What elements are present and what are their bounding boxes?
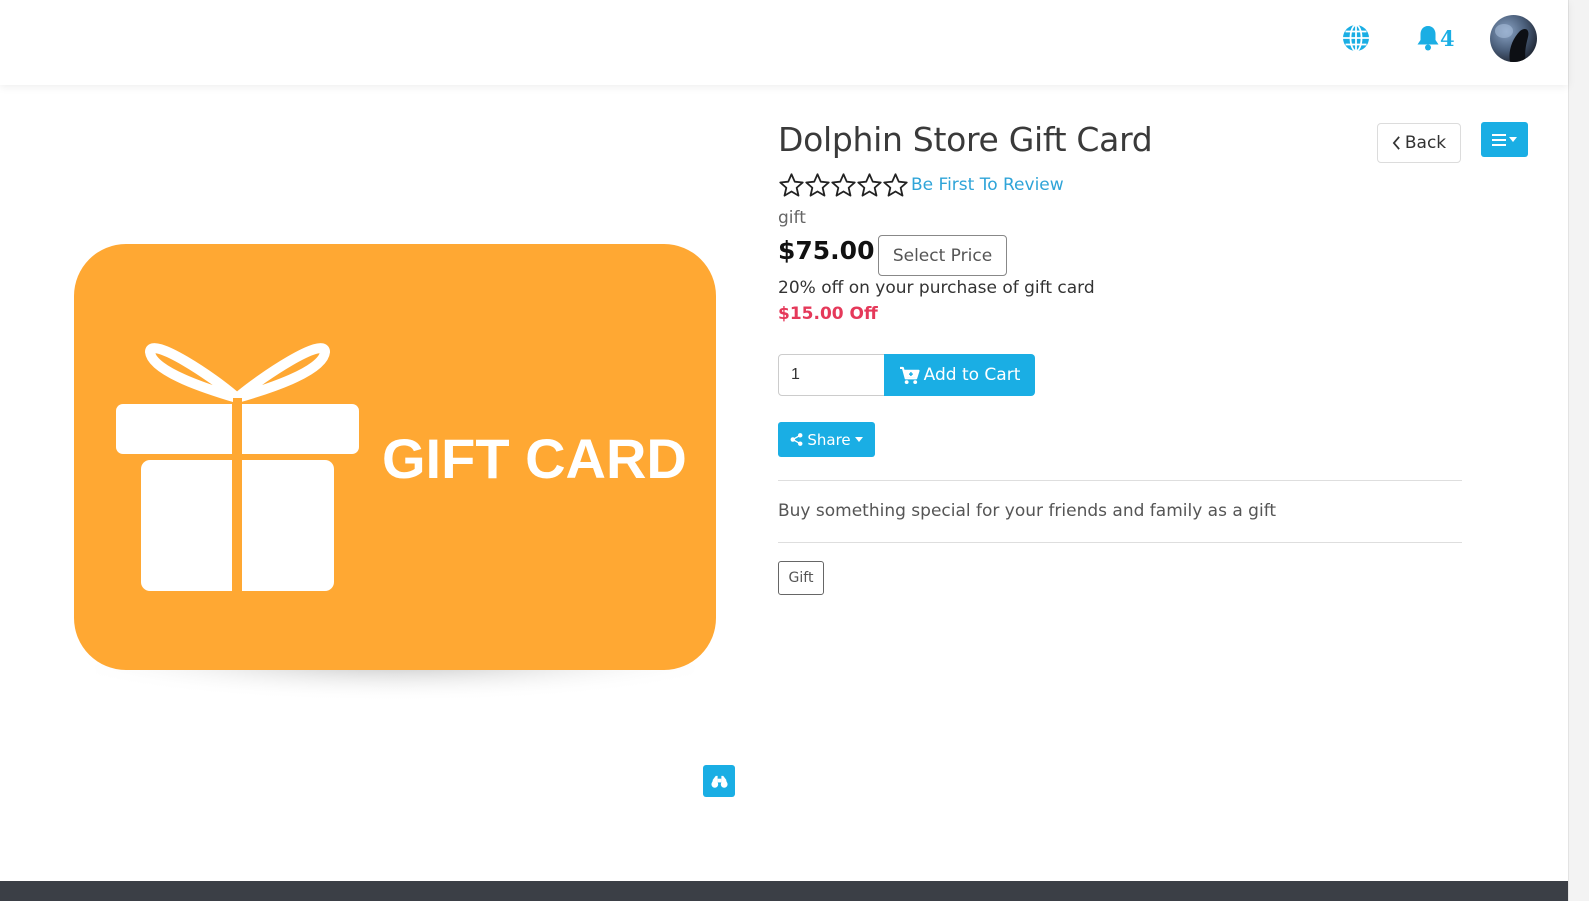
discount-text: $15.00 Off [778,304,878,324]
rating-stars[interactable] [778,172,908,199]
footer-bar [0,881,1568,901]
cart-plus-icon [899,366,920,384]
product-tag[interactable]: Gift [778,561,824,595]
star-outline-icon[interactable] [882,172,909,199]
product-description: Buy something special for your friends a… [778,501,1277,521]
options-menu-button[interactable] [1481,122,1528,157]
be-first-to-review-link[interactable]: Be First To Review [911,175,1064,195]
gift-card-image-text: GIFT CARD [382,427,687,490]
globe-icon[interactable] [1341,23,1371,53]
divider [778,480,1462,481]
gift-card-image: GIFT CARD [74,244,716,735]
divider [778,542,1462,543]
chevron-left-icon [1392,136,1400,150]
back-button[interactable]: Back [1377,123,1461,163]
back-button-label: Back [1404,133,1447,153]
star-outline-icon[interactable] [830,172,857,199]
product-title: Dolphin Store Gift Card [778,120,1153,159]
promo-text: 20% off on your purchase of gift card [778,278,1095,298]
hamburger-icon [1492,133,1506,146]
vertical-scrollbar[interactable] [1568,0,1589,901]
star-outline-icon[interactable] [778,172,805,199]
product-category: gift [778,208,806,228]
caret-down-icon [854,437,863,442]
star-outline-icon[interactable] [804,172,831,199]
avatar[interactable] [1490,15,1537,62]
quantity-input[interactable] [778,354,885,396]
top-navbar: 4 [0,0,1568,85]
bell-icon[interactable] [1415,24,1441,52]
zoom-button[interactable] [703,765,735,797]
share-icon [790,433,803,446]
caret-down-icon [1509,137,1517,142]
select-price-button[interactable]: Select Price [878,235,1007,276]
star-outline-icon[interactable] [856,172,883,199]
notification-count-badge[interactable]: 4 [1440,26,1455,51]
add-to-cart-button[interactable]: Add to Cart [884,354,1035,396]
share-label: Share [807,430,851,449]
binoculars-icon [710,775,728,788]
add-to-cart-label: Add to Cart [923,365,1021,385]
product-price: $75.00 [778,236,875,265]
share-button[interactable]: Share [778,422,875,457]
